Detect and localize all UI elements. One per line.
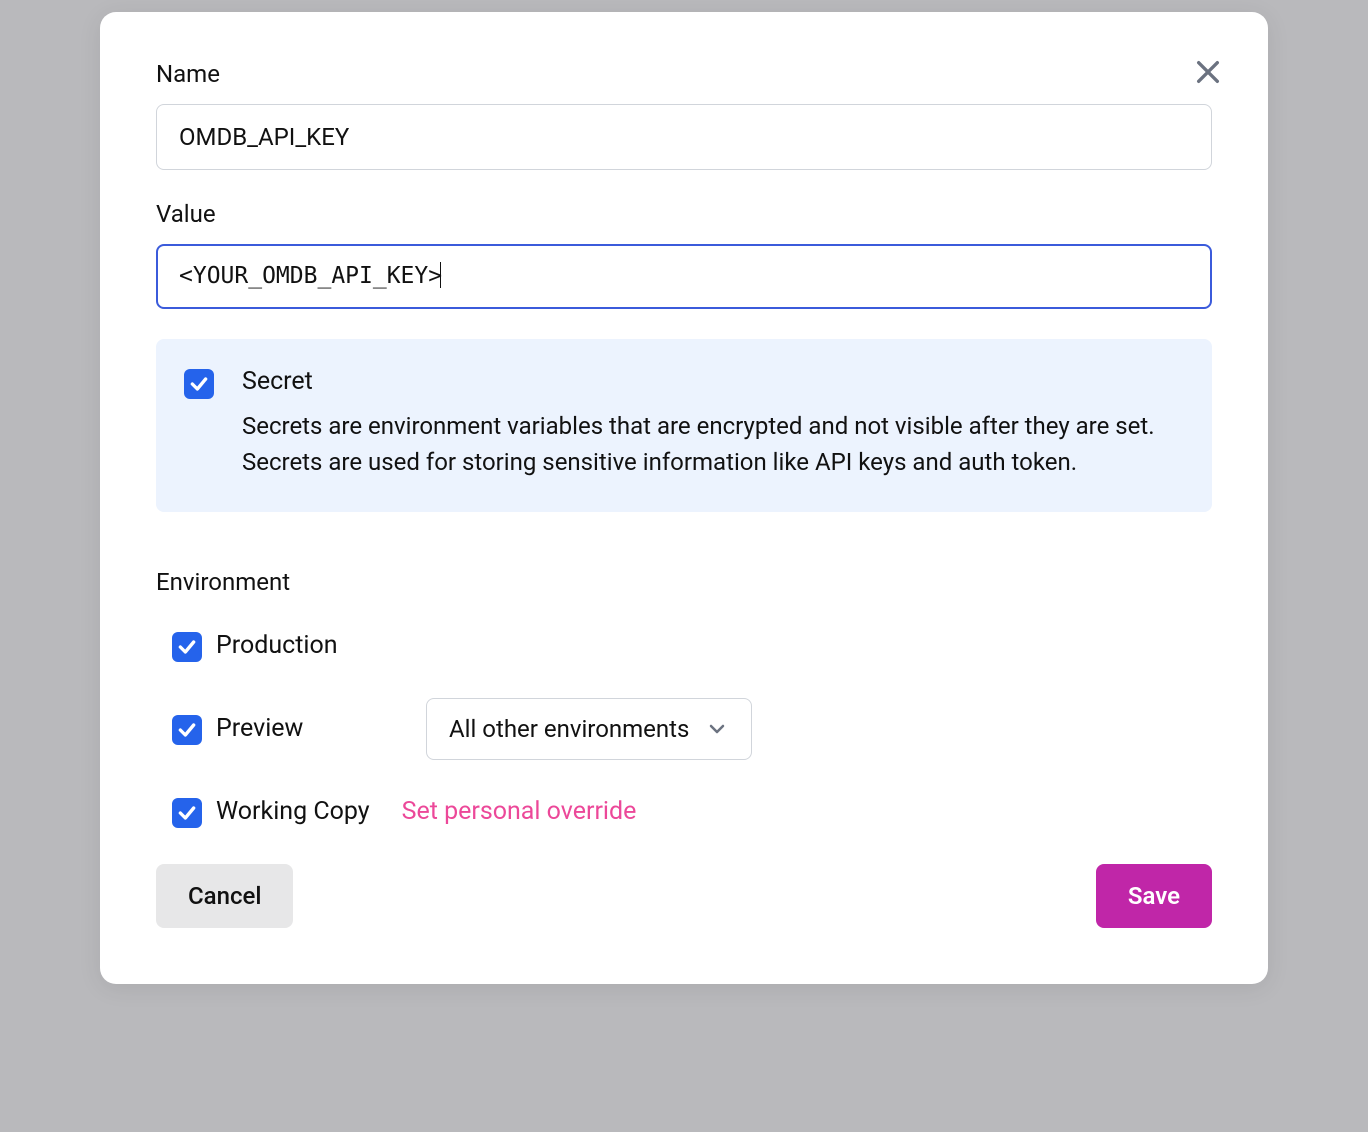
- check-icon: [177, 720, 197, 740]
- name-input[interactable]: [156, 104, 1212, 170]
- secret-title: Secret: [242, 367, 1184, 396]
- secret-content: Secret Secrets are environment variables…: [242, 367, 1184, 480]
- close-button[interactable]: [1188, 52, 1228, 92]
- working-copy-label: Working Copy: [216, 797, 370, 826]
- secret-description: Secrets are environment variables that a…: [242, 408, 1184, 480]
- preview-label: Preview: [216, 714, 303, 743]
- env-production-row: Production: [156, 630, 1212, 662]
- production-checkbox[interactable]: [172, 632, 202, 662]
- check-icon: [189, 374, 209, 394]
- modal-footer: Cancel Save: [156, 864, 1212, 928]
- close-icon: [1192, 56, 1224, 88]
- secret-panel: Secret Secrets are environment variables…: [156, 339, 1212, 512]
- env-preview-row: Preview All other environments: [156, 698, 1212, 760]
- check-icon: [177, 637, 197, 657]
- check-icon: [177, 803, 197, 823]
- value-field-group: Value <YOUR_OMDB_API_KEY>: [156, 200, 1212, 309]
- value-label: Value: [156, 200, 1212, 228]
- env-variable-modal: Name Value <YOUR_OMDB_API_KEY> Secret Se…: [100, 12, 1268, 984]
- working-copy-checkbox[interactable]: [172, 798, 202, 828]
- preview-checkbox[interactable]: [172, 715, 202, 745]
- text-cursor: [440, 262, 441, 288]
- cancel-button[interactable]: Cancel: [156, 864, 293, 928]
- set-personal-override-link[interactable]: Set personal override: [402, 797, 637, 826]
- name-label: Name: [156, 60, 1212, 88]
- secret-checkbox[interactable]: [184, 369, 214, 399]
- dropdown-value: All other environments: [449, 715, 689, 743]
- save-button[interactable]: Save: [1096, 864, 1212, 928]
- env-working-copy-row: Working Copy Set personal override: [156, 796, 1212, 828]
- name-field-group: Name: [156, 60, 1212, 170]
- production-label: Production: [216, 631, 338, 660]
- value-input[interactable]: <YOUR_OMDB_API_KEY>: [156, 244, 1212, 309]
- chevron-down-icon: [705, 717, 729, 741]
- environment-section-label: Environment: [156, 568, 1212, 596]
- preview-environments-dropdown[interactable]: All other environments: [426, 698, 752, 760]
